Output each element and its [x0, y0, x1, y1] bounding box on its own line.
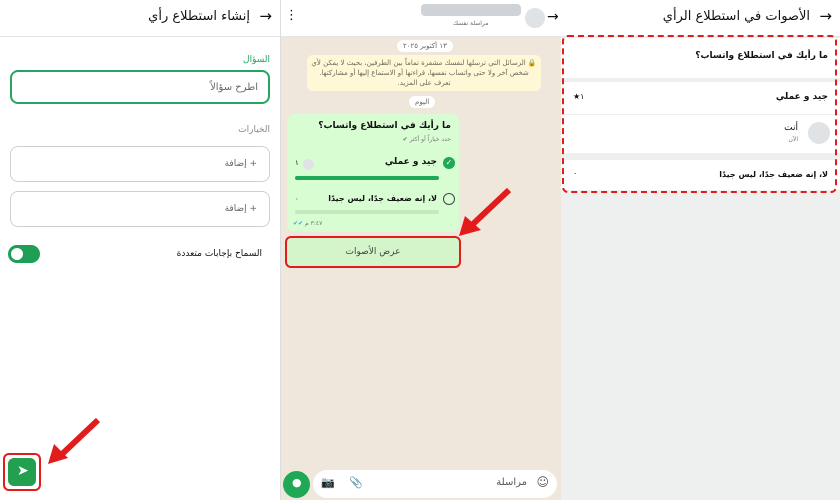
- read-receipt-icon: ✔✔: [293, 220, 304, 227]
- option-1-count: ١: [295, 159, 299, 167]
- more-options-icon[interactable]: ⋮: [285, 8, 298, 23]
- composer-placeholder: مراسلة: [496, 477, 527, 488]
- voter-avatar: [303, 159, 314, 170]
- red-arrow-send: [48, 417, 101, 464]
- double-check-icon: ✔: [402, 136, 408, 143]
- poll-hint-text: حدد خياراً أو أكثر: [409, 136, 451, 143]
- options-label: الخيارات: [238, 125, 270, 135]
- encryption-notice: 🔒 الرسائل التي ترسلها لنفسك مشفرة تماماً…: [307, 55, 541, 91]
- message-composer[interactable]: 📷 📎 مراسلة ☺: [313, 470, 557, 498]
- create-poll-panel: → إنشاء استطلاع رأي السؤال اطرح سؤالاً ا…: [0, 0, 281, 500]
- poll-hint: حدد خياراً أو أكثر ✔: [403, 136, 451, 143]
- poll-votes-panel: → الأصوات في استطلاع الرأي ما رأيك في اس…: [561, 0, 840, 500]
- option-1-bar: [295, 176, 439, 180]
- multi-answer-label: السماح بإجابات متعددة: [176, 249, 262, 259]
- option-1-label[interactable]: جيد و عملي: [385, 157, 437, 167]
- attach-icon[interactable]: 📎: [349, 476, 363, 489]
- lock-icon: 🔒: [527, 59, 537, 67]
- contact-subtitle: مراسلة نفسك: [453, 20, 489, 27]
- encryption-text: الرسائل التي ترسلها لنفسك مشفرة تماماً ب…: [311, 59, 529, 87]
- option-placeholder-1: + إضافة: [224, 159, 257, 169]
- question-input[interactable]: اطرح سؤالاً: [10, 70, 270, 104]
- today-chip: اليوم: [409, 96, 436, 108]
- question-label: السؤال: [243, 55, 270, 65]
- back-arrow-icon[interactable]: →: [819, 7, 832, 25]
- create-poll-title: إنشاء استطلاع رأي: [148, 9, 250, 24]
- toggle-knob: [11, 248, 23, 260]
- view-votes-button[interactable]: عرض الأصوات: [285, 236, 461, 268]
- option-2-label[interactable]: لا، إنه ضعيف جدًا، ليس جيدًا: [328, 194, 437, 203]
- send-icon: ➤: [17, 463, 29, 479]
- option-input-1[interactable]: + إضافة: [10, 146, 270, 182]
- votes-header: → الأصوات في استطلاع الرأي: [561, 0, 840, 37]
- multi-answer-toggle[interactable]: [8, 245, 40, 263]
- option-1-checkbox[interactable]: ✓: [443, 157, 455, 169]
- option-2-checkbox[interactable]: [443, 193, 455, 205]
- option-2-count: ٠: [295, 195, 299, 203]
- back-arrow-icon[interactable]: →: [259, 7, 272, 25]
- camera-icon[interactable]: 📷: [321, 476, 335, 489]
- sticker-icon[interactable]: ☺: [536, 475, 549, 489]
- chat-header: ⋮ مراسلة نفسك: [281, 0, 561, 37]
- option-input-2[interactable]: + إضافة: [10, 191, 270, 227]
- back-arrow-icon[interactable]: →: [547, 9, 559, 25]
- contact-name-redacted: [421, 4, 521, 16]
- option-2-track: [295, 210, 439, 214]
- chat-panel: ⋮ مراسلة نفسك → ١٣ أكتوبر ٢٠٢٥ 🔒 الرسائل…: [281, 0, 561, 500]
- votes-title: الأصوات في استطلاع الرأي: [662, 9, 810, 24]
- mic-icon: ●: [292, 476, 302, 489]
- question-placeholder: اطرح سؤالاً: [210, 82, 258, 93]
- avatar: [525, 8, 545, 28]
- view-votes-label: عرض الأصوات: [345, 247, 401, 257]
- poll-message: ما رأيك في استطلاع واتساب؟ حدد خياراً أو…: [287, 114, 459, 232]
- poll-question: ما رأيك في استطلاع واتساب؟: [318, 121, 451, 131]
- create-poll-header: → إنشاء استطلاع رأي: [0, 0, 280, 37]
- send-button[interactable]: ➤: [8, 458, 36, 486]
- option-placeholder-2: + إضافة: [224, 204, 257, 214]
- votes-highlight: [562, 35, 837, 193]
- message-time-text: ٣:٤٧ م: [304, 220, 323, 227]
- mic-button[interactable]: ●: [283, 471, 310, 498]
- option-1-track: [295, 176, 439, 180]
- message-time: ٣:٤٧ م ✔✔: [293, 220, 322, 227]
- red-arrow-votes: [459, 187, 512, 236]
- date-chip: ١٣ أكتوبر ٢٠٢٥: [397, 40, 453, 52]
